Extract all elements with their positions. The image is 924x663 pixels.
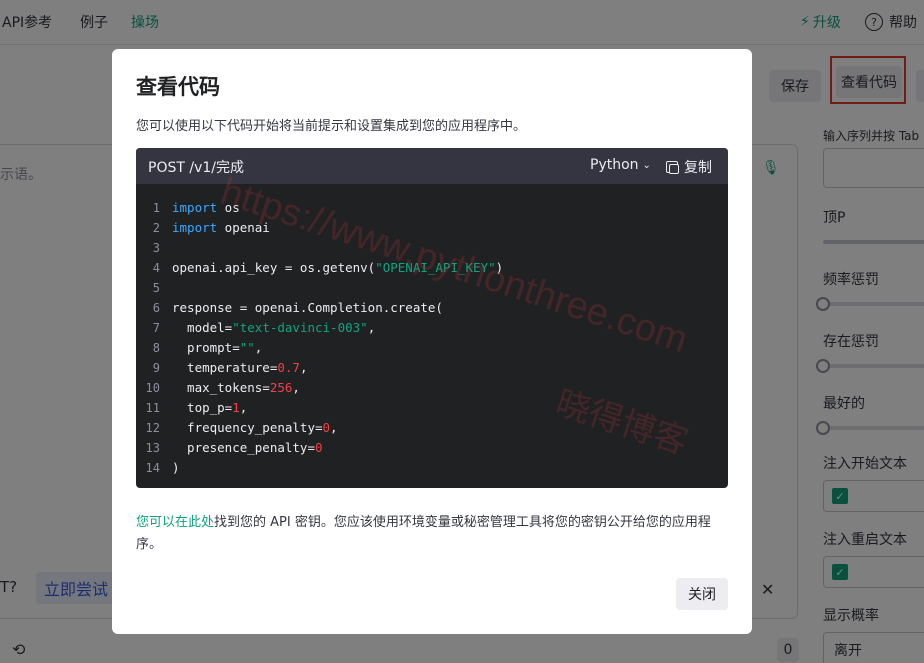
code-text: presence_penalty=0 [172,440,323,455]
language-select[interactable]: Python ⌄ [590,157,651,173]
copy-button[interactable]: 复制 [666,157,712,177]
modal-description: 您可以使用以下代码开始将当前提示和设置集成到您的应用程序中。 [136,119,527,134]
line-number: 7 [152,321,160,335]
line-number: 3 [152,241,160,255]
code-line: 14) [136,458,728,478]
code-text: temperature=0.7, [172,360,308,375]
language-value: Python [590,157,639,173]
api-key-note-text: 找到您的 API 密钥。您应该使用环境变量或秘密管理工具将您的密钥公开给您的应用… [136,515,711,552]
code-text: prompt="", [172,340,263,355]
code-text: model="text-davinci-003", [172,320,376,335]
code-text: max_tokens=256, [172,380,300,395]
code-text: ) [172,460,180,475]
code-line: 10 max_tokens=256, [136,378,728,398]
api-key-link[interactable]: 您可以在此处 [136,515,214,530]
api-key-note: 您可以在此处找到您的 API 密钥。您应该使用环境变量或秘密管理工具将您的密钥公… [136,512,726,556]
line-number: 13 [145,441,160,455]
modal-title: 查看代码 [136,75,220,99]
line-number: 4 [152,261,160,275]
chevron-down-icon: ⌄ [642,159,651,171]
copy-icon [666,161,679,174]
close-button[interactable]: 关闭 [676,578,728,610]
line-number: 1 [152,201,160,215]
code-line: 9 temperature=0.7, [136,358,728,378]
line-number: 14 [145,461,160,475]
line-number: 5 [152,281,160,295]
line-number: 8 [152,341,160,355]
code-text: frequency_penalty=0, [172,420,338,435]
code-text: top_p=1, [172,400,248,415]
line-number: 11 [145,401,160,415]
line-number: 9 [152,361,160,375]
line-number: 2 [152,221,160,235]
line-number: 10 [145,381,160,395]
line-number: 6 [152,301,160,315]
code-text: response = openai.Completion.create( [172,300,443,315]
code-line: 2 import openai [136,218,728,238]
line-number: 12 [145,421,160,435]
copy-label: 复制 [684,160,712,176]
